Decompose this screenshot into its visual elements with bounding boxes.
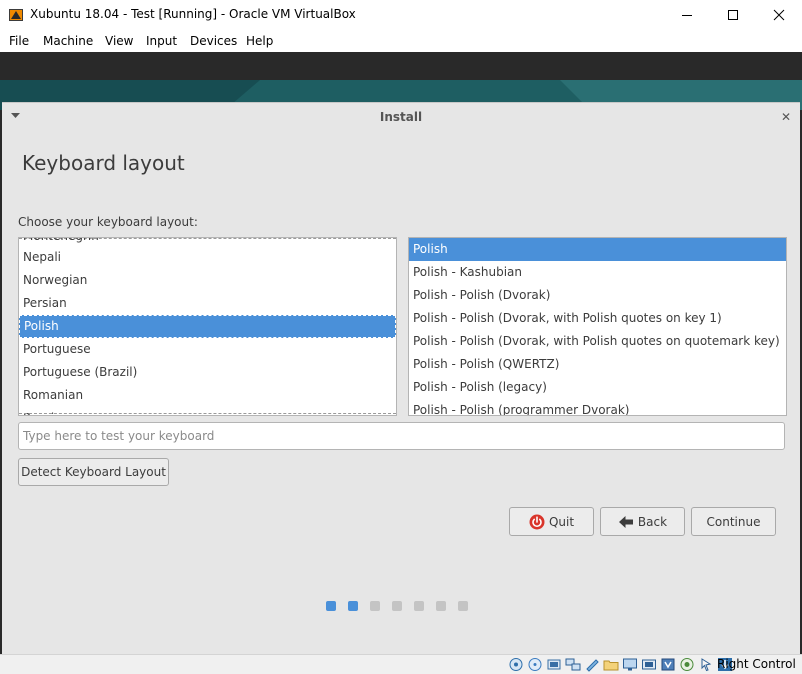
menubar: File Machine View Input Devices Help <box>0 30 802 52</box>
list-scroll-edge <box>19 413 396 414</box>
audio-icon[interactable] <box>546 657 562 672</box>
list-item[interactable]: Portuguese (Brazil) <box>19 361 396 384</box>
progress-step <box>436 601 446 611</box>
back-button[interactable]: Back <box>600 507 685 536</box>
menu-machine[interactable]: Machine <box>43 34 93 48</box>
list-item[interactable]: Polish - Polish (Dvorak, with Polish quo… <box>409 307 786 330</box>
device-icons <box>508 657 733 672</box>
menu-devices[interactable]: Devices <box>190 34 237 48</box>
host-key-label: Right Control <box>717 657 796 671</box>
list-item[interactable]: Persian <box>19 292 396 315</box>
statusbar: Right Control <box>0 654 802 674</box>
detect-layout-button[interactable]: Detect Keyboard Layout <box>18 458 169 486</box>
keyboard-test-input[interactable] <box>18 422 785 450</box>
menu-help[interactable]: Help <box>246 34 273 48</box>
progress-step <box>458 601 468 611</box>
close-icon[interactable] <box>756 0 802 30</box>
hard-disk-icon[interactable] <box>508 657 524 672</box>
list-item[interactable]: Polish - Polish (Dvorak, with Polish quo… <box>409 330 786 353</box>
list-item[interactable]: Polish - Polish (Dvorak) <box>409 284 786 307</box>
menu-file[interactable]: File <box>9 34 29 48</box>
page-title: Keyboard layout <box>22 151 185 175</box>
network-icon[interactable] <box>565 657 581 672</box>
list-item[interactable]: Romanian <box>19 384 396 407</box>
minimize-icon[interactable] <box>664 0 710 30</box>
mouse-integration-icon[interactable] <box>698 657 714 672</box>
list-item[interactable]: Norwegian <box>19 269 396 292</box>
shared-folders-icon[interactable] <box>603 657 619 672</box>
vm-screen[interactable]: Install ✕ Keyboard layout Choose your ke… <box>0 52 802 654</box>
virtualbox-app-icon <box>9 9 23 21</box>
list-item[interactable]: Polish - Polish (programmer Dvorak) <box>409 399 786 415</box>
window-titlebar: Xubuntu 18.04 - Test [Running] - Oracle … <box>0 0 802 30</box>
detect-layout-label: Detect Keyboard Layout <box>21 465 166 479</box>
list-item[interactable]: Polish - Polish (QWERTZ) <box>409 353 786 376</box>
dialog-close-icon[interactable]: ✕ <box>781 110 791 124</box>
menu-input[interactable]: Input <box>146 34 177 48</box>
usb-icon[interactable] <box>584 657 600 672</box>
video-capture-icon[interactable] <box>641 657 657 672</box>
list-item-selected[interactable]: Polish <box>409 238 786 261</box>
progress-step-done <box>326 601 336 611</box>
cpu-icon[interactable] <box>660 657 676 672</box>
menu-view[interactable]: View <box>105 34 133 48</box>
recording-icon[interactable] <box>679 657 695 672</box>
progress-indicator <box>326 601 468 611</box>
display-icon[interactable] <box>622 657 638 672</box>
list-item[interactable]: Russian <box>19 407 396 415</box>
layout-list[interactable]: Montenegrin Nepali Norwegian Persian Pol… <box>18 237 397 416</box>
list-item[interactable]: Polish - Polish (legacy) <box>409 376 786 399</box>
progress-step <box>392 601 402 611</box>
optical-drive-icon[interactable] <box>527 657 543 672</box>
continue-button[interactable]: Continue <box>691 507 776 536</box>
choose-layout-label: Choose your keyboard layout: <box>18 215 198 229</box>
continue-label: Continue <box>706 514 761 529</box>
list-item[interactable]: Portuguese <box>19 338 396 361</box>
back-label: Back <box>637 514 668 529</box>
list-item-selected[interactable]: Polish <box>19 315 396 338</box>
list-item[interactable]: Nepali <box>19 246 396 269</box>
progress-step-done <box>348 601 358 611</box>
dialog-title: Install <box>379 110 423 124</box>
variant-list[interactable]: Polish Polish - Kashubian Polish - Polis… <box>408 237 787 416</box>
power-icon <box>529 514 545 529</box>
back-arrow-icon <box>618 515 633 528</box>
install-dialog: Install ✕ Keyboard layout Choose your ke… <box>2 102 800 654</box>
quit-label: Quit <box>548 514 575 529</box>
list-item[interactable]: Polish - Kashubian <box>409 261 786 284</box>
window-title: Xubuntu 18.04 - Test [Running] - Oracle … <box>30 7 356 21</box>
progress-step <box>370 601 380 611</box>
progress-step <box>414 601 424 611</box>
quit-button[interactable]: Quit <box>509 507 594 536</box>
maximize-icon[interactable] <box>710 0 756 30</box>
